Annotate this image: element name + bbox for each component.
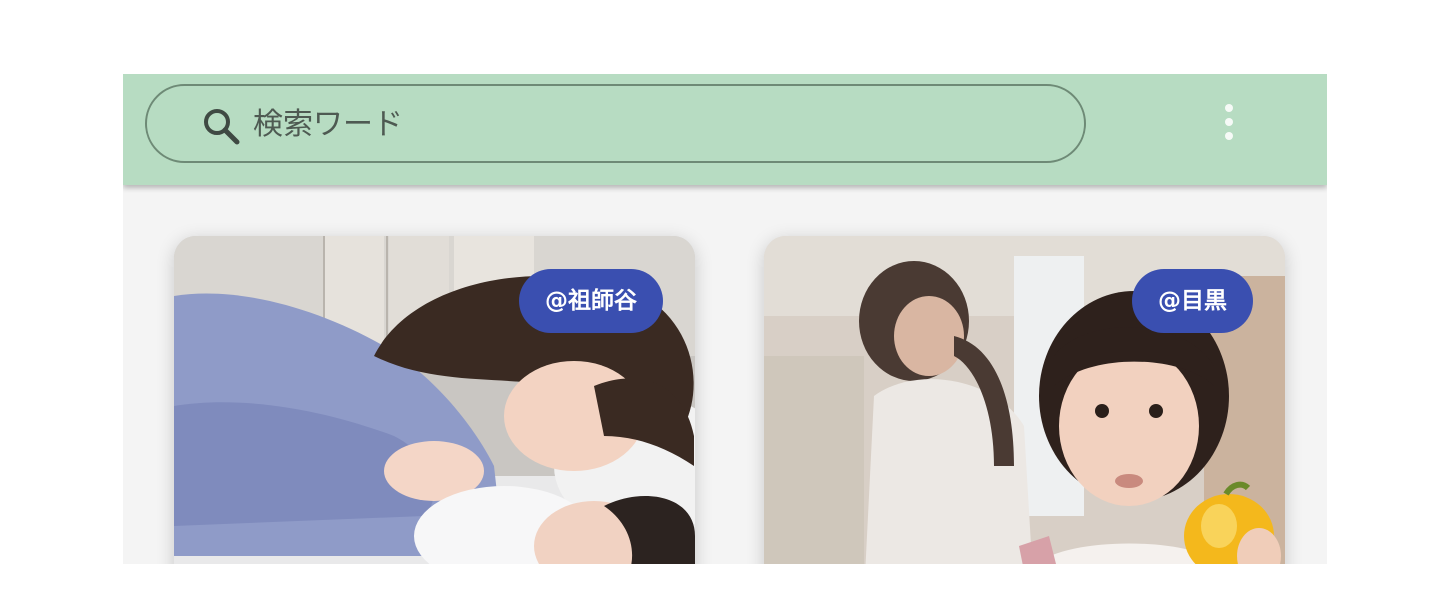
top-app-bar: [123, 74, 1327, 185]
search-input[interactable]: [253, 98, 1033, 150]
more-vert-icon-dot: [1225, 104, 1233, 112]
more-vert-icon-dot: [1225, 118, 1233, 126]
more-options-button[interactable]: [1213, 102, 1245, 142]
location-badge: @目黒: [1132, 269, 1253, 333]
location-badge: @祖師谷: [519, 269, 663, 333]
search-icon: [204, 109, 240, 145]
post-card[interactable]: @目黒: [764, 236, 1285, 564]
search-bar[interactable]: [145, 84, 1086, 163]
app-frame: @祖師谷: [123, 74, 1327, 564]
more-vert-icon-dot: [1225, 132, 1233, 140]
post-card[interactable]: @祖師谷: [174, 236, 695, 564]
